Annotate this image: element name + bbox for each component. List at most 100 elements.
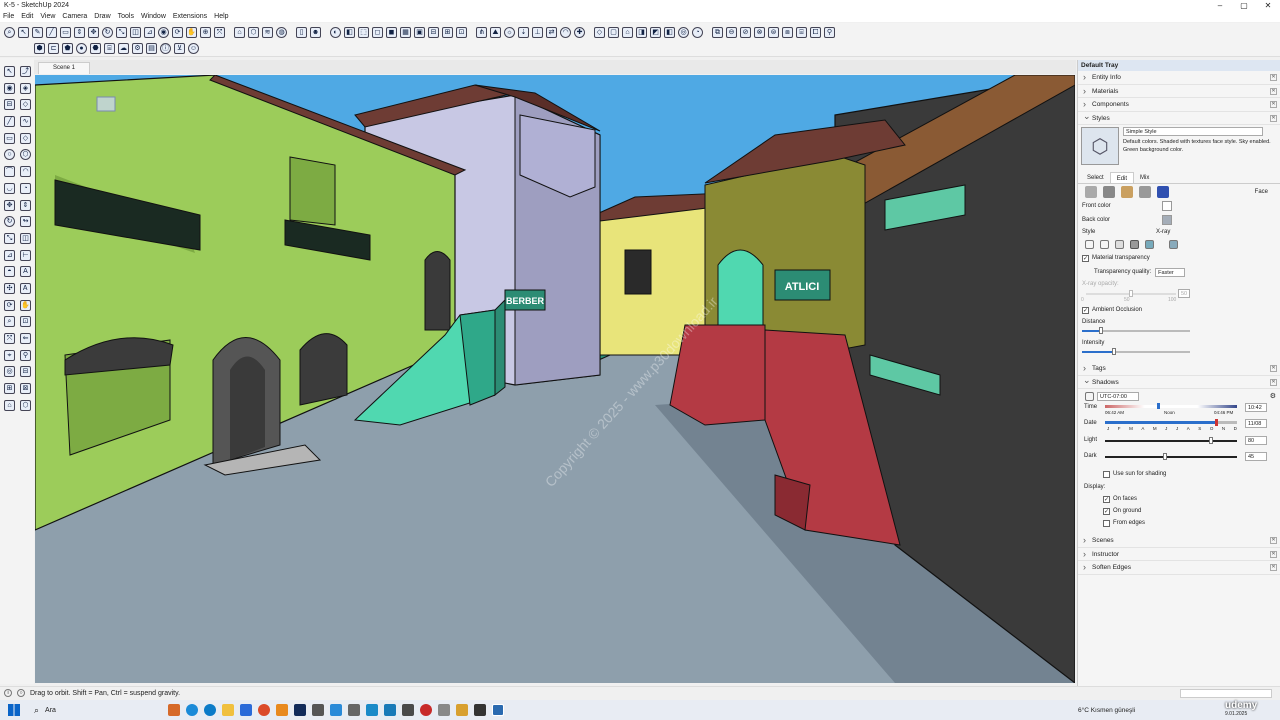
pan-tool-icon[interactable]: ✋ [20, 299, 31, 311]
menu-help[interactable]: Help [214, 13, 228, 20]
hidden-line-icon[interactable]: ◻ [372, 26, 383, 38]
style-thumbnail-icon[interactable]: ⬡ [1081, 127, 1119, 165]
background-settings-icon[interactable] [1121, 185, 1133, 198]
settings-gear-icon[interactable]: ⚙ [132, 43, 143, 54]
edge-app-icon[interactable] [186, 704, 199, 716]
position-camera-icon[interactable]: ⌖ [4, 349, 15, 361]
weather-widget[interactable]: 6°C Kısmen güneşli [1078, 707, 1135, 714]
app-icon-18[interactable] [474, 704, 487, 716]
material-transparency-checkbox[interactable]: ✓ [1082, 254, 1089, 262]
maximize-button[interactable]: ▢ [1232, 0, 1256, 11]
monochrome-style-icon[interactable] [1145, 239, 1154, 249]
style-name-input[interactable]: Simple Style [1123, 127, 1263, 136]
arc-icon[interactable]: ⌒ [4, 166, 15, 178]
component-icon[interactable]: ⬢ [34, 43, 45, 54]
look-around-icon[interactable]: ◔ [692, 26, 703, 38]
layers-icon[interactable]: ≋ [262, 26, 273, 38]
hidden-line-style-icon[interactable] [1100, 239, 1109, 249]
zoom-extents-icon[interactable]: ⤧ [214, 26, 225, 38]
menu-extensions[interactable]: Extensions [173, 13, 207, 20]
solid-intersect-icon[interactable]: ⊗ [754, 26, 765, 38]
minimize-button[interactable]: – [1208, 0, 1232, 11]
app-icon-12[interactable] [366, 704, 379, 716]
close-icon[interactable]: ✕ [1270, 74, 1277, 81]
dark-slider[interactable] [1105, 453, 1237, 460]
pushpull-tool-icon[interactable]: ⇕ [20, 199, 31, 211]
protractor-icon[interactable]: ◓ [4, 266, 15, 278]
dark-input[interactable]: 45 [1245, 452, 1267, 461]
section-instructor[interactable]: Instructor✕ [1078, 548, 1280, 561]
zoom-tool-icon[interactable]: ⌕ [4, 316, 15, 328]
xray-style-icon[interactable] [1169, 239, 1178, 249]
section-shadows[interactable]: Shadows✕ [1078, 374, 1280, 389]
globe-icon[interactable]: ◍ [276, 26, 287, 38]
menu-camera[interactable]: Camera [62, 13, 87, 20]
date-slider[interactable] [1105, 419, 1237, 426]
rectangle-icon[interactable]: ▭ [60, 26, 71, 38]
geo-status-icon[interactable]: ○ [17, 689, 25, 697]
line-icon[interactable]: ╱ [4, 116, 15, 128]
photoshop-icon[interactable] [294, 704, 307, 716]
timezone-select[interactable]: UTC-07:00 [1097, 391, 1139, 401]
info-status-icon[interactable]: i [4, 689, 12, 697]
shadow-toggle-icon[interactable] [1085, 391, 1094, 401]
on-faces-checkbox[interactable]: ✓ [1103, 495, 1110, 503]
axes-icon[interactable]: ✣ [4, 282, 15, 294]
sketchup-taskbar-icon[interactable] [492, 704, 505, 716]
xray-icon[interactable]: ◐ [330, 26, 341, 38]
wireframe-style-icon[interactable] [1085, 239, 1094, 249]
tab-select[interactable]: Select [1081, 172, 1110, 183]
news-app-icon[interactable] [168, 704, 181, 716]
eraser-icon[interactable]: ◈ [20, 82, 31, 94]
shaded-textures-icon[interactable]: ▦ [400, 26, 411, 38]
orbit-icon[interactable]: ⟳ [172, 26, 183, 38]
paint-icon[interactable]: ◉ [4, 82, 15, 94]
taskbar-search[interactable]: Ara [45, 707, 125, 714]
section-materials[interactable]: Materials✕ [1078, 85, 1280, 98]
app-icon-13[interactable] [384, 704, 397, 716]
section-styles[interactable]: Styles✕ [1078, 110, 1280, 125]
camera-icon[interactable]: ◎ [678, 26, 689, 38]
view-left-icon[interactable]: ◧ [664, 26, 675, 38]
on-ground-checkbox[interactable]: ✓ [1103, 507, 1110, 515]
section-plane-icon[interactable]: ⊟ [428, 26, 439, 38]
scale-icon[interactable]: ⤡ [116, 26, 127, 38]
3d-viewport[interactable]: BERBER ATLICI Copyright © 2025 - www.p30… [35, 75, 1075, 683]
menu-edit[interactable]: Edit [21, 13, 33, 20]
offset-tool-icon[interactable]: ◫ [20, 232, 31, 244]
monochrome-icon[interactable]: ▣ [414, 26, 425, 38]
vlc-icon[interactable] [276, 704, 289, 716]
drape-icon[interactable]: ⇣ [518, 26, 529, 38]
close-icon[interactable]: ✕ [1270, 365, 1277, 372]
use-sun-checkbox[interactable] [1103, 470, 1110, 478]
app-icon-16[interactable] [438, 704, 451, 716]
pan-icon[interactable]: ✋ [186, 26, 197, 38]
section-tags[interactable]: Tags✕ [1078, 362, 1280, 376]
xray-opacity-slider[interactable] [1086, 290, 1176, 297]
offset-icon[interactable]: ◫ [130, 26, 141, 38]
solid-split-icon[interactable]: ⊜ [768, 26, 779, 38]
push-pull-icon[interactable]: ⇕ [74, 26, 85, 38]
section-entity-info[interactable]: Entity Info✕ [1078, 71, 1280, 85]
pencil-icon[interactable]: ✎ [32, 26, 43, 38]
move-tool-icon[interactable]: ✥ [4, 199, 15, 211]
view-iso-icon[interactable]: ◇ [594, 26, 605, 38]
from-edges-checkbox[interactable] [1103, 519, 1110, 527]
edge-settings-icon[interactable] [1085, 185, 1097, 198]
app-icon-15[interactable] [420, 704, 433, 716]
modeling-settings-icon[interactable] [1157, 185, 1169, 198]
wireframe-icon[interactable]: ⬚ [358, 26, 369, 38]
chrome-icon[interactable] [258, 704, 271, 716]
lasso-icon[interactable]: ⤴ [20, 66, 31, 77]
cloud-icon[interactable]: ☁ [118, 43, 129, 54]
close-icon[interactable]: ✕ [1270, 564, 1277, 571]
3d-text-icon[interactable]: Ꭺ [20, 282, 31, 294]
close-icon[interactable]: ✕ [1270, 550, 1277, 558]
sun-icon[interactable]: ☼ [504, 26, 515, 38]
back-edges-icon[interactable]: ◧ [344, 26, 355, 38]
user-icon[interactable]: ☻ [310, 26, 321, 38]
section-fill-icon[interactable]: ⊠ [20, 383, 31, 395]
zoom-window-icon[interactable]: ⊡ [20, 316, 31, 328]
orbit-tool-icon[interactable]: ⟳ [4, 299, 15, 311]
app-icon-17[interactable] [456, 704, 469, 716]
